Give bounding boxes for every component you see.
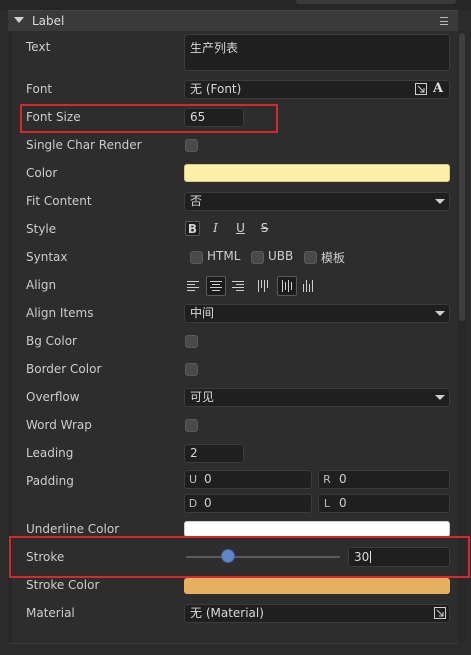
section-title: Label (32, 14, 65, 28)
padding-right-tag: R (323, 473, 331, 486)
fit-content-label: Fit Content (26, 194, 92, 208)
syntax-html-checkbox[interactable] (190, 251, 203, 264)
padding-top-value[interactable]: 0 (204, 472, 212, 486)
padding-bottom-value[interactable]: 0 (204, 496, 212, 510)
bold-button[interactable]: B (185, 221, 200, 236)
bg-color-checkbox[interactable] (185, 335, 198, 348)
strikethrough-button[interactable]: S (257, 221, 272, 236)
padding-left-value[interactable]: 0 (339, 496, 347, 510)
padding-left-tag: L (323, 497, 331, 510)
leading-label: Leading (26, 446, 74, 460)
material-value: 无 (Material) (190, 606, 264, 620)
valign-top-icon[interactable] (257, 280, 271, 292)
padding-right-field[interactable] (318, 470, 450, 489)
single-char-render-label: Single Char Render (26, 138, 142, 152)
padding-left-field[interactable] (318, 494, 450, 513)
text-label: Text (26, 40, 51, 54)
font-field[interactable]: 无 (Font) (184, 80, 450, 99)
stroke-color-swatch[interactable] (184, 578, 450, 594)
stroke-color-label: Stroke Color (26, 578, 100, 592)
underline-color-label: Underline Color (26, 522, 120, 536)
chevron-down-icon[interactable] (435, 199, 445, 204)
color-label: Color (26, 166, 58, 180)
valign-bottom-icon[interactable] (302, 280, 316, 292)
word-wrap-checkbox[interactable] (185, 419, 198, 432)
material-field[interactable]: 无 (Material) (184, 604, 450, 623)
bg-color-label: Bg Color (26, 334, 77, 348)
text-input[interactable]: 生产列表 (184, 34, 450, 71)
padding-label: Padding (26, 474, 74, 488)
font-size-input[interactable]: 65 (184, 108, 244, 127)
syntax-template-label: 模板 (321, 251, 346, 265)
stroke-slider-handle[interactable] (221, 549, 235, 563)
stroke-input[interactable]: 30 (348, 547, 450, 567)
pick-target-icon[interactable] (415, 83, 427, 95)
syntax-label: Syntax (26, 250, 68, 264)
align-label: Align (26, 278, 57, 292)
material-label: Material (26, 606, 75, 620)
padding-bottom-tag: D (188, 497, 198, 510)
stroke-value: 30 (354, 550, 370, 564)
scrollbar-thumb[interactable] (459, 33, 465, 321)
overflow-value: 可见 (190, 390, 215, 404)
font-A-icon[interactable]: A (433, 81, 447, 97)
font-label: Font (26, 82, 53, 96)
border-color-label: Border Color (26, 362, 102, 376)
underline-color-swatch[interactable] (184, 521, 450, 537)
padding-top-tag: U (188, 473, 198, 486)
pick-target-icon[interactable] (434, 607, 446, 619)
syntax-ubb-label: UBB (268, 249, 294, 263)
label-section-header[interactable]: Label (8, 10, 458, 31)
syntax-template-checkbox[interactable] (304, 251, 317, 264)
font-size-label: Font Size (26, 110, 81, 124)
stroke-slider-track[interactable] (186, 556, 340, 558)
triangle-down-icon[interactable] (14, 17, 24, 23)
leading-input[interactable]: 2 (184, 444, 244, 463)
align-items-dropdown[interactable]: 中间 (184, 304, 450, 323)
overflow-label: Overflow (26, 390, 80, 404)
fit-content-dropdown[interactable]: 否 (184, 192, 450, 211)
align-right-icon[interactable] (232, 280, 244, 292)
font-value: 无 (Font) (190, 82, 242, 96)
single-char-render-checkbox[interactable] (185, 139, 198, 152)
italic-button[interactable]: I (208, 221, 223, 236)
style-label: Style (26, 222, 57, 236)
chevron-down-icon[interactable] (435, 311, 445, 316)
hamburger-menu-icon[interactable] (440, 17, 448, 25)
align-center-icon[interactable] (206, 276, 226, 296)
text-caret (370, 551, 372, 563)
align-left-icon[interactable] (187, 280, 199, 292)
stroke-label: Stroke (26, 550, 65, 564)
fit-content-value: 否 (190, 194, 203, 208)
panel-bottom-divider (8, 643, 458, 644)
word-wrap-label: Word Wrap (26, 418, 92, 432)
top-strip (0, 0, 471, 10)
top-tab (296, 0, 456, 4)
valign-middle-icon[interactable] (277, 276, 297, 296)
syntax-html-label: HTML (207, 249, 241, 263)
align-items-label: Align Items (26, 306, 94, 320)
border-color-checkbox[interactable] (185, 363, 198, 376)
overflow-dropdown[interactable]: 可见 (184, 388, 450, 407)
syntax-ubb-checkbox[interactable] (251, 251, 264, 264)
align-items-value: 中间 (190, 306, 215, 320)
color-swatch[interactable] (184, 164, 450, 182)
chevron-down-icon[interactable] (435, 395, 445, 400)
underline-button[interactable]: U (233, 221, 248, 236)
padding-right-value[interactable]: 0 (339, 472, 347, 486)
